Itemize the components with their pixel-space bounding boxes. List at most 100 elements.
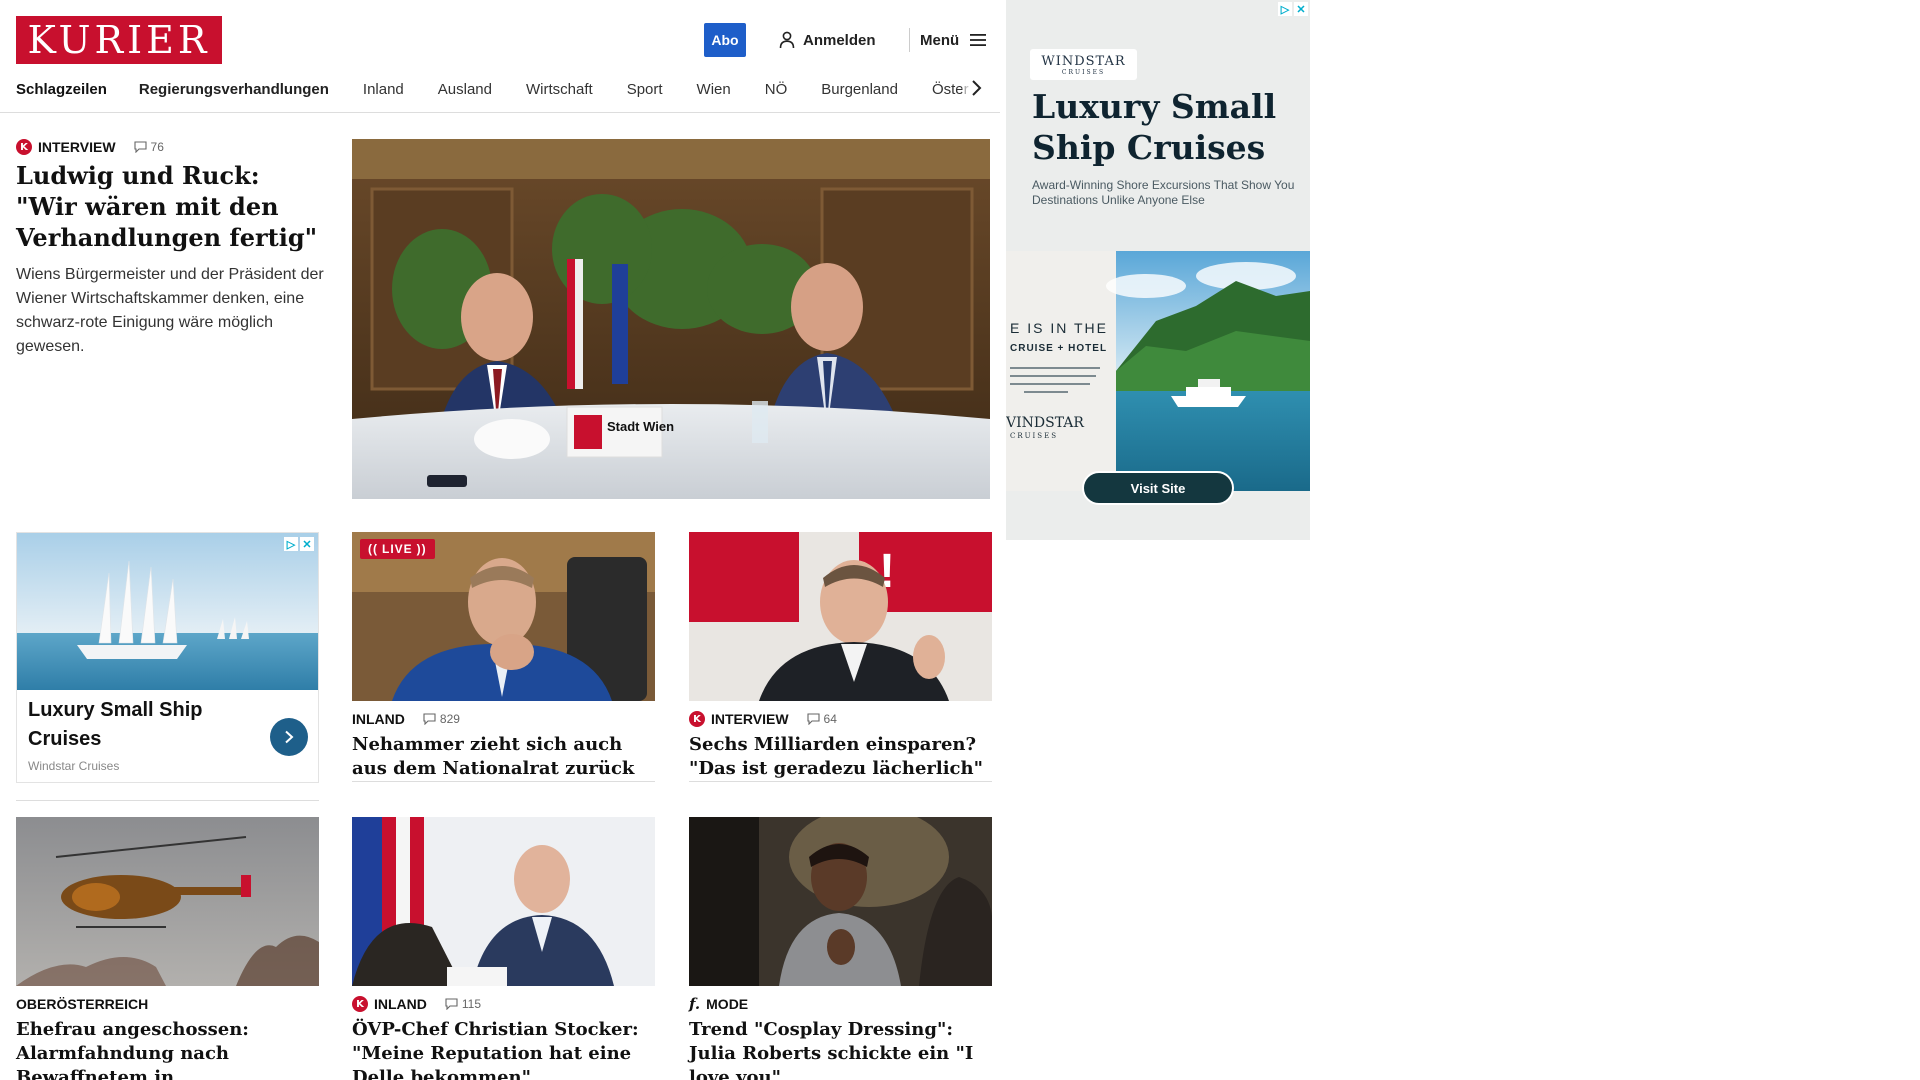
infeed-ad-title[interactable]: Luxury Small Ship Cruises xyxy=(28,696,248,754)
nav-item-schlagzeilen[interactable]: Schlagzeilen xyxy=(16,81,107,98)
close-icon[interactable]: ✕ xyxy=(1294,2,1308,16)
hero-title[interactable]: Ludwig und Ruck: "Wir wären mit den Verh… xyxy=(16,160,326,253)
abo-button[interactable]: Abo xyxy=(704,23,746,57)
chevron-right-icon xyxy=(972,80,982,96)
nav-item-noe[interactable]: NÖ xyxy=(765,81,788,98)
scene-logo-sub: CRUISES xyxy=(1010,432,1058,440)
scene-line1: E IS IN THE xyxy=(1010,320,1108,336)
nav-item-burgenland[interactable]: Burgenland xyxy=(821,81,898,98)
kurier-plus-icon: K xyxy=(16,139,32,155)
article-meta: K INTERVIEW 64 xyxy=(689,711,992,727)
article-kicker[interactable]: OBERÖSTERREICH xyxy=(16,996,148,1012)
infeed-ad-arrow-button[interactable] xyxy=(270,718,308,756)
article-card[interactable]: K INLAND 115 ÖVP-Chef Christian Stocker:… xyxy=(352,817,655,1080)
nav-item-regierungsverhandlungen[interactable]: Regierungsverhandlungen xyxy=(139,81,329,98)
article-title[interactable]: Ehefrau angeschossen: Alarmfahn­dung nac… xyxy=(16,1018,319,1080)
logo-text: KURIER xyxy=(27,18,211,62)
article-comment-count: 115 xyxy=(461,997,482,1011)
article-image[interactable] xyxy=(352,817,655,986)
article-title[interactable]: ÖVP-Chef Christian Stocker: "Meine Reput… xyxy=(352,1018,655,1080)
comment-icon xyxy=(445,998,458,1010)
nav-item-ausland[interactable]: Ausland xyxy=(438,81,492,98)
article-kicker[interactable]: INLAND xyxy=(352,711,405,727)
scene-line2: CRUISE + HOTEL xyxy=(1010,343,1107,354)
article-card[interactable]: ! K INTERVIEW 64 Sechs Milliarden einspa… xyxy=(689,532,992,782)
menu-button[interactable]: Menü xyxy=(920,28,987,52)
broadcast-icon: )) xyxy=(416,542,427,556)
article-title[interactable]: Trend "Cosplay Dressing": Julia Roberts … xyxy=(689,1018,992,1080)
login-button[interactable]: Anmelden xyxy=(779,28,876,52)
nav-item-inland[interactable]: Inland xyxy=(363,81,404,98)
hero-photo-sign: Stadt Wien xyxy=(607,419,674,434)
category-nav: Schlagzeilen Regierungsverhandlungen Inl… xyxy=(16,78,986,100)
site-header: KURIER Abo Anmelden Menü Schlagzeilen Re… xyxy=(0,0,1000,113)
sidebar-ad-subline: Award-Winning Shore Excursions That Show… xyxy=(1032,178,1295,207)
article-comments[interactable]: 829 xyxy=(423,712,460,726)
article-comment-count: 64 xyxy=(823,712,837,726)
kurier-plus-icon: K xyxy=(352,996,368,1012)
article-card[interactable]: (( LIVE )) INLAND 829 Nehammer zieht sic… xyxy=(352,532,655,782)
freizeit-icon: f. xyxy=(689,995,701,1013)
article-image[interactable] xyxy=(689,817,992,986)
header-divider xyxy=(909,28,910,52)
article-meta: K INLAND 115 xyxy=(352,996,655,1012)
article-meta: OBERÖSTERREICH xyxy=(16,996,319,1012)
broadcast-icon: (( xyxy=(368,542,378,556)
card-divider xyxy=(689,781,992,782)
article-kicker[interactable]: INTERVIEW xyxy=(711,711,789,727)
article-kicker[interactable]: INLAND xyxy=(374,996,427,1012)
hero-kicker[interactable]: INTERVIEW xyxy=(38,139,116,155)
card-divider xyxy=(16,800,319,801)
sidebar-adchoices[interactable]: ▷ ✕ xyxy=(1278,2,1308,16)
article-image[interactable]: ! xyxy=(689,532,992,701)
article-meta: INLAND 829 xyxy=(352,711,655,727)
user-icon xyxy=(779,31,795,49)
article-image[interactable]: (( LIVE )) xyxy=(352,532,655,701)
article-image[interactable] xyxy=(16,817,319,986)
article-card[interactable]: OBERÖSTERREICH Ehefrau angeschossen: Ala… xyxy=(16,817,319,1080)
chevron-right-icon xyxy=(285,730,294,744)
login-label: Anmelden xyxy=(803,31,876,49)
visit-site-button[interactable]: Visit Site xyxy=(1082,471,1234,505)
hero-comment-count: 76 xyxy=(150,140,164,154)
kurier-logo[interactable]: KURIER xyxy=(16,16,222,64)
article-comment-count: 829 xyxy=(439,712,460,726)
adchoices-icon[interactable]: ▷ xyxy=(1278,2,1292,16)
nav-item-sport[interactable]: Sport xyxy=(627,81,663,98)
close-icon[interactable]: ✕ xyxy=(300,537,314,551)
hero-comments[interactable]: 76 xyxy=(133,140,164,154)
card-divider xyxy=(352,781,655,782)
nav-item-wien[interactable]: Wien xyxy=(697,81,731,98)
infeed-ad[interactable]: ▷ ✕ Luxury Small Ship Cruises Windstar C… xyxy=(16,532,319,783)
article-meta: f. MODE xyxy=(689,995,992,1013)
hero-lead[interactable]: Wiens Bürgermeister und der Präsident de… xyxy=(16,263,326,359)
sidebar-ad-image: E IS IN THE CRUISE + HOTEL VINDSTAR CRUI… xyxy=(1006,251,1310,491)
article-comments[interactable]: 115 xyxy=(445,997,481,1011)
infeed-ad-image: ▷ ✕ xyxy=(17,533,318,690)
windstar-logo-text: WINDSTAR xyxy=(1041,53,1126,69)
kurier-plus-icon: K xyxy=(689,711,705,727)
article-title[interactable]: Sechs Milliarden einsparen? "Das ist ger… xyxy=(689,733,992,781)
article-card[interactable]: f. MODE Trend "Cosplay Dressing": Julia … xyxy=(689,817,992,1080)
live-badge: (( LIVE )) xyxy=(360,539,435,559)
sidebar-ad[interactable]: ▷ ✕ WINDSTAR CRUISES Luxury Small Ship C… xyxy=(1006,0,1310,540)
menu-label: Menü xyxy=(920,31,960,49)
live-label: LIVE xyxy=(382,542,413,556)
windstar-logo: WINDSTAR CRUISES xyxy=(1030,49,1137,80)
infeed-adchoices[interactable]: ▷ ✕ xyxy=(284,537,314,551)
comment-icon xyxy=(806,713,820,725)
hero-meta: K INTERVIEW 76 xyxy=(16,139,164,155)
nav-item-wirtschaft[interactable]: Wirtschaft xyxy=(526,81,593,98)
sidebar-ad-headline[interactable]: Luxury Small Ship Cruises xyxy=(1032,86,1302,168)
hero-photo: Stadt Wien xyxy=(352,139,990,499)
article-kicker[interactable]: MODE xyxy=(706,996,748,1012)
adchoices-icon[interactable]: ▷ xyxy=(284,537,298,551)
article-comments[interactable]: 64 xyxy=(806,712,837,726)
hero-image[interactable]: Stadt Wien xyxy=(352,139,990,499)
hamburger-icon xyxy=(970,34,987,46)
comment-icon xyxy=(133,141,147,153)
article-title[interactable]: Nehammer zieht sich auch aus dem Nationa… xyxy=(352,733,655,781)
windstar-logo-sub: CRUISES xyxy=(1061,68,1106,76)
nav-scroll-right-button[interactable] xyxy=(962,74,990,102)
infeed-ad-source: Windstar Cruises xyxy=(28,759,120,773)
